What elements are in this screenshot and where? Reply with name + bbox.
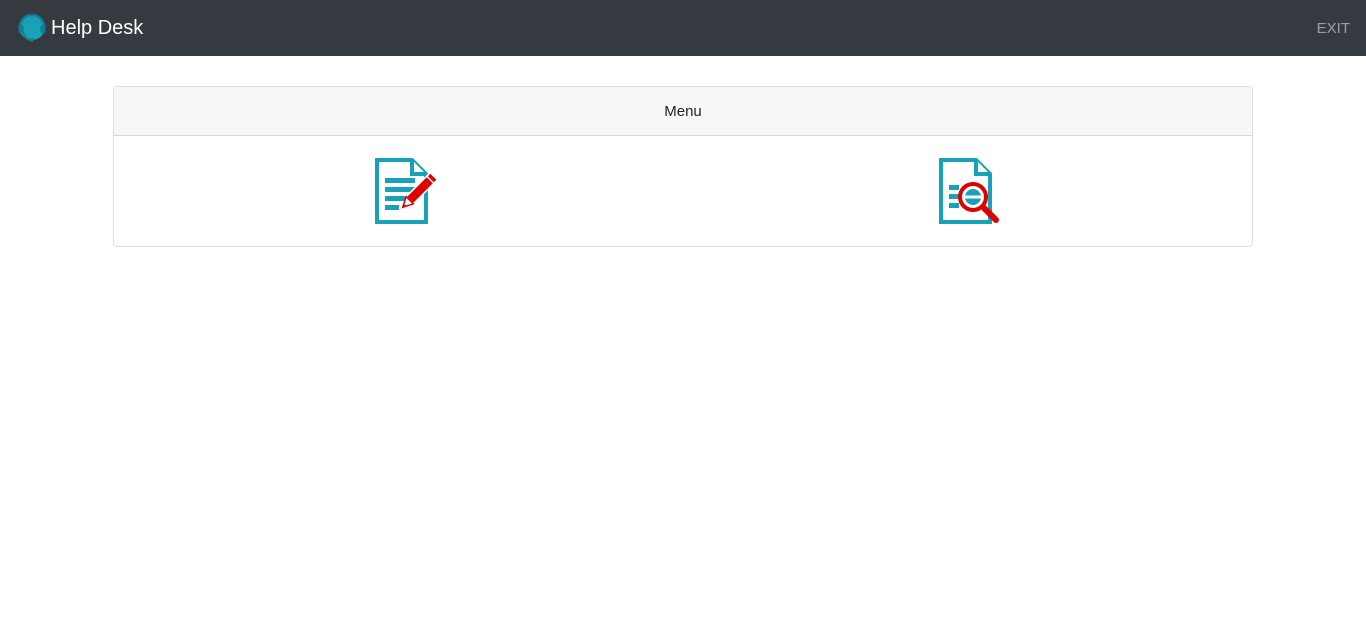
create-ticket-button[interactable]	[374, 158, 438, 224]
top-navbar: Help Desk EXIT	[0, 0, 1366, 56]
menu-card-header: Menu	[114, 87, 1252, 136]
document-search-icon	[939, 158, 999, 224]
headset-icon	[16, 12, 48, 44]
brand-home-link[interactable]: Help Desk	[16, 12, 143, 44]
search-ticket-button[interactable]	[938, 158, 1002, 224]
menu-card-body	[114, 136, 1252, 246]
document-edit-icon	[375, 158, 438, 224]
app-title: Help Desk	[51, 17, 144, 39]
exit-link[interactable]: EXIT	[1317, 19, 1350, 39]
menu-card: Menu	[113, 86, 1253, 247]
